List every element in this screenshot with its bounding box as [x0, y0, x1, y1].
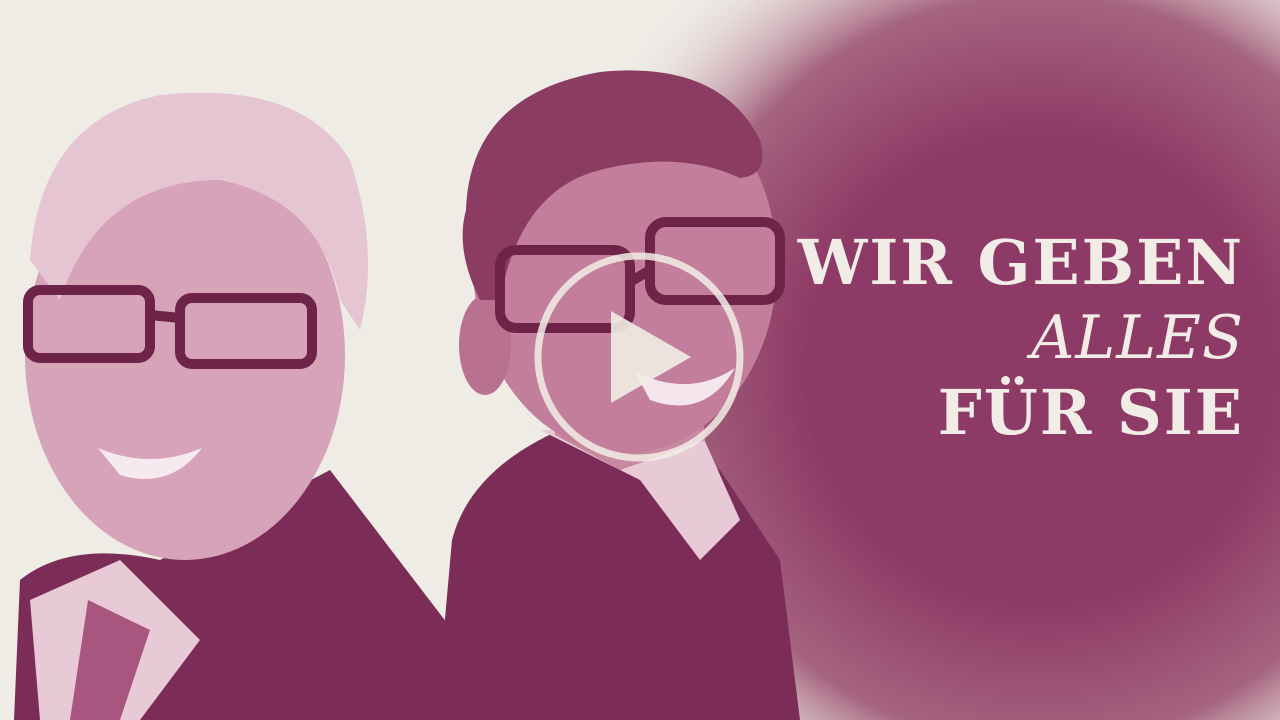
headline-line-1: WIR GEBEN	[797, 226, 1244, 299]
video-thumbnail[interactable]: WIR GEBEN ALLES FÜR SIE	[0, 0, 1280, 720]
headline: WIR GEBEN ALLES FÜR SIE	[784, 232, 1244, 458]
headline-line-3: FÜR SIE	[937, 376, 1244, 449]
headline-line-2: ALLES	[1031, 303, 1244, 373]
play-icon	[534, 252, 744, 462]
play-button[interactable]	[531, 249, 747, 465]
